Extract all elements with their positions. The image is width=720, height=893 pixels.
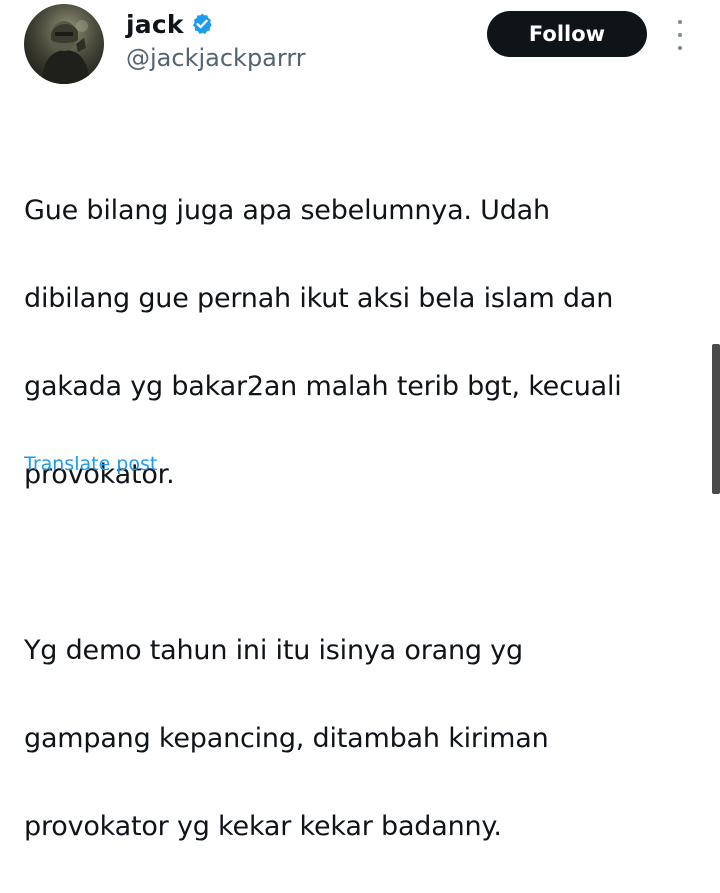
user-name-row: jack xyxy=(126,6,214,42)
display-name[interactable]: jack xyxy=(126,10,184,39)
tweet-line: dibilang gue pernah ikut aksi bela islam… xyxy=(24,283,614,314)
tweet-body: Gue bilang juga apa sebelumnya. Udah dib… xyxy=(24,101,704,893)
tweet-line: provokator yg kekar kekar badanny. xyxy=(24,811,502,842)
tweet-card: jack @jackjackparrr Follow Gue bilang ju… xyxy=(0,0,720,842)
avatar-photo xyxy=(24,4,104,84)
scrollbar-thumb[interactable] xyxy=(712,344,720,494)
more-options-icon[interactable] xyxy=(672,20,688,50)
tweet-line: gakada yg bakar2an malah terib bgt, kecu… xyxy=(24,371,622,402)
more-dot xyxy=(678,33,682,37)
user-handle[interactable]: @jackjackparrr xyxy=(126,44,306,72)
avatar[interactable] xyxy=(24,4,104,84)
more-dot xyxy=(678,46,682,50)
tweet-line: Yg demo tahun ini itu isinya orang yg xyxy=(24,635,523,666)
more-dot xyxy=(678,20,682,24)
tweet-paragraph-2: Yg demo tahun ini itu isinya orang yg ga… xyxy=(24,585,704,849)
follow-button[interactable]: Follow xyxy=(487,11,647,57)
tweet-line: gampang kepancing, ditambah kiriman xyxy=(24,723,549,754)
verified-badge-icon xyxy=(190,12,214,36)
tweet-paragraph-1: Gue bilang juga apa sebelumnya. Udah dib… xyxy=(24,145,704,497)
tweet-line: Gue bilang juga apa sebelumnya. Udah xyxy=(24,195,550,226)
translate-post-link[interactable]: Translate post xyxy=(24,453,157,475)
